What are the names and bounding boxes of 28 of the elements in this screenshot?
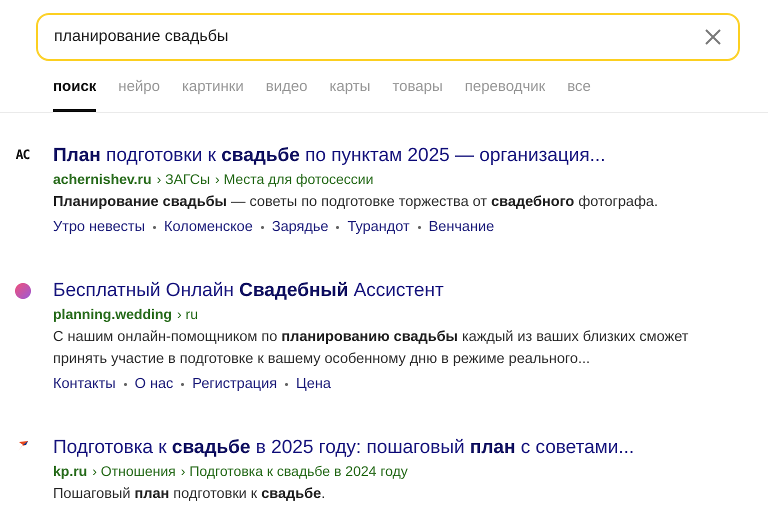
result-snippet: Планирование свадьбы — советы по подготовке торжества от свадебного фотографа. xyxy=(53,193,659,212)
sitelink[interactable]: Контакты xyxy=(53,373,116,395)
site-logo: AC xyxy=(16,148,30,163)
sitelink[interactable]: Венчание xyxy=(428,216,494,238)
breadcrumb-link[interactable]: kp.ru xyxy=(53,461,88,481)
sitelink[interactable]: Цена xyxy=(296,373,331,395)
result-snippet: Пошаговый план подготовки к свадьбе. xyxy=(53,485,326,504)
result-title-link[interactable]: Подготовка к свадьбе в 2025 году: пошаговый план с советами... xyxy=(53,435,728,461)
breadcrumb-link[interactable]: achernishev.ru xyxy=(53,169,152,189)
sitelink[interactable]: Утро невесты xyxy=(53,216,145,238)
breadcrumb-link[interactable]: › ru xyxy=(177,304,198,324)
search-tab[interactable]: поиск xyxy=(53,76,96,112)
breadcrumb-link[interactable]: › Подготовка к свадьбе в 2024 году xyxy=(180,461,408,481)
breadcrumb-link[interactable]: › Отношения xyxy=(92,461,176,481)
search-field[interactable]: планирование свадьбы xyxy=(36,13,740,61)
sitelink[interactable]: О нас xyxy=(134,373,174,395)
close-icon[interactable] xyxy=(704,28,722,46)
result-title-link[interactable]: Бесплатный Онлайн Свадебный Ассистент xyxy=(53,278,728,304)
breadcrumb-link[interactable]: planning.wedding xyxy=(53,304,172,324)
sitelink[interactable]: Турандот xyxy=(347,216,410,238)
site-dot-icon xyxy=(14,283,30,299)
sitelink[interactable]: Коломенское xyxy=(164,216,253,238)
result-snippet: С нашим онлайн-помощником по планированию свадьбы каждый из ваших близких сможет принять участие в подготовке к вашему особенному дню в режиме реального... xyxy=(53,328,690,369)
sitelink[interactable]: Регистрация xyxy=(192,373,278,395)
sitelink[interactable]: Зарядье xyxy=(272,216,328,238)
result-title-link[interactable]: План подготовки к свадьбе по пунктам 2025 — организация... xyxy=(53,143,728,169)
breadcrumb-link[interactable]: › Места для фотосессии xyxy=(215,169,374,189)
breadcrumb-link[interactable]: › ЗАГСы xyxy=(156,169,210,189)
